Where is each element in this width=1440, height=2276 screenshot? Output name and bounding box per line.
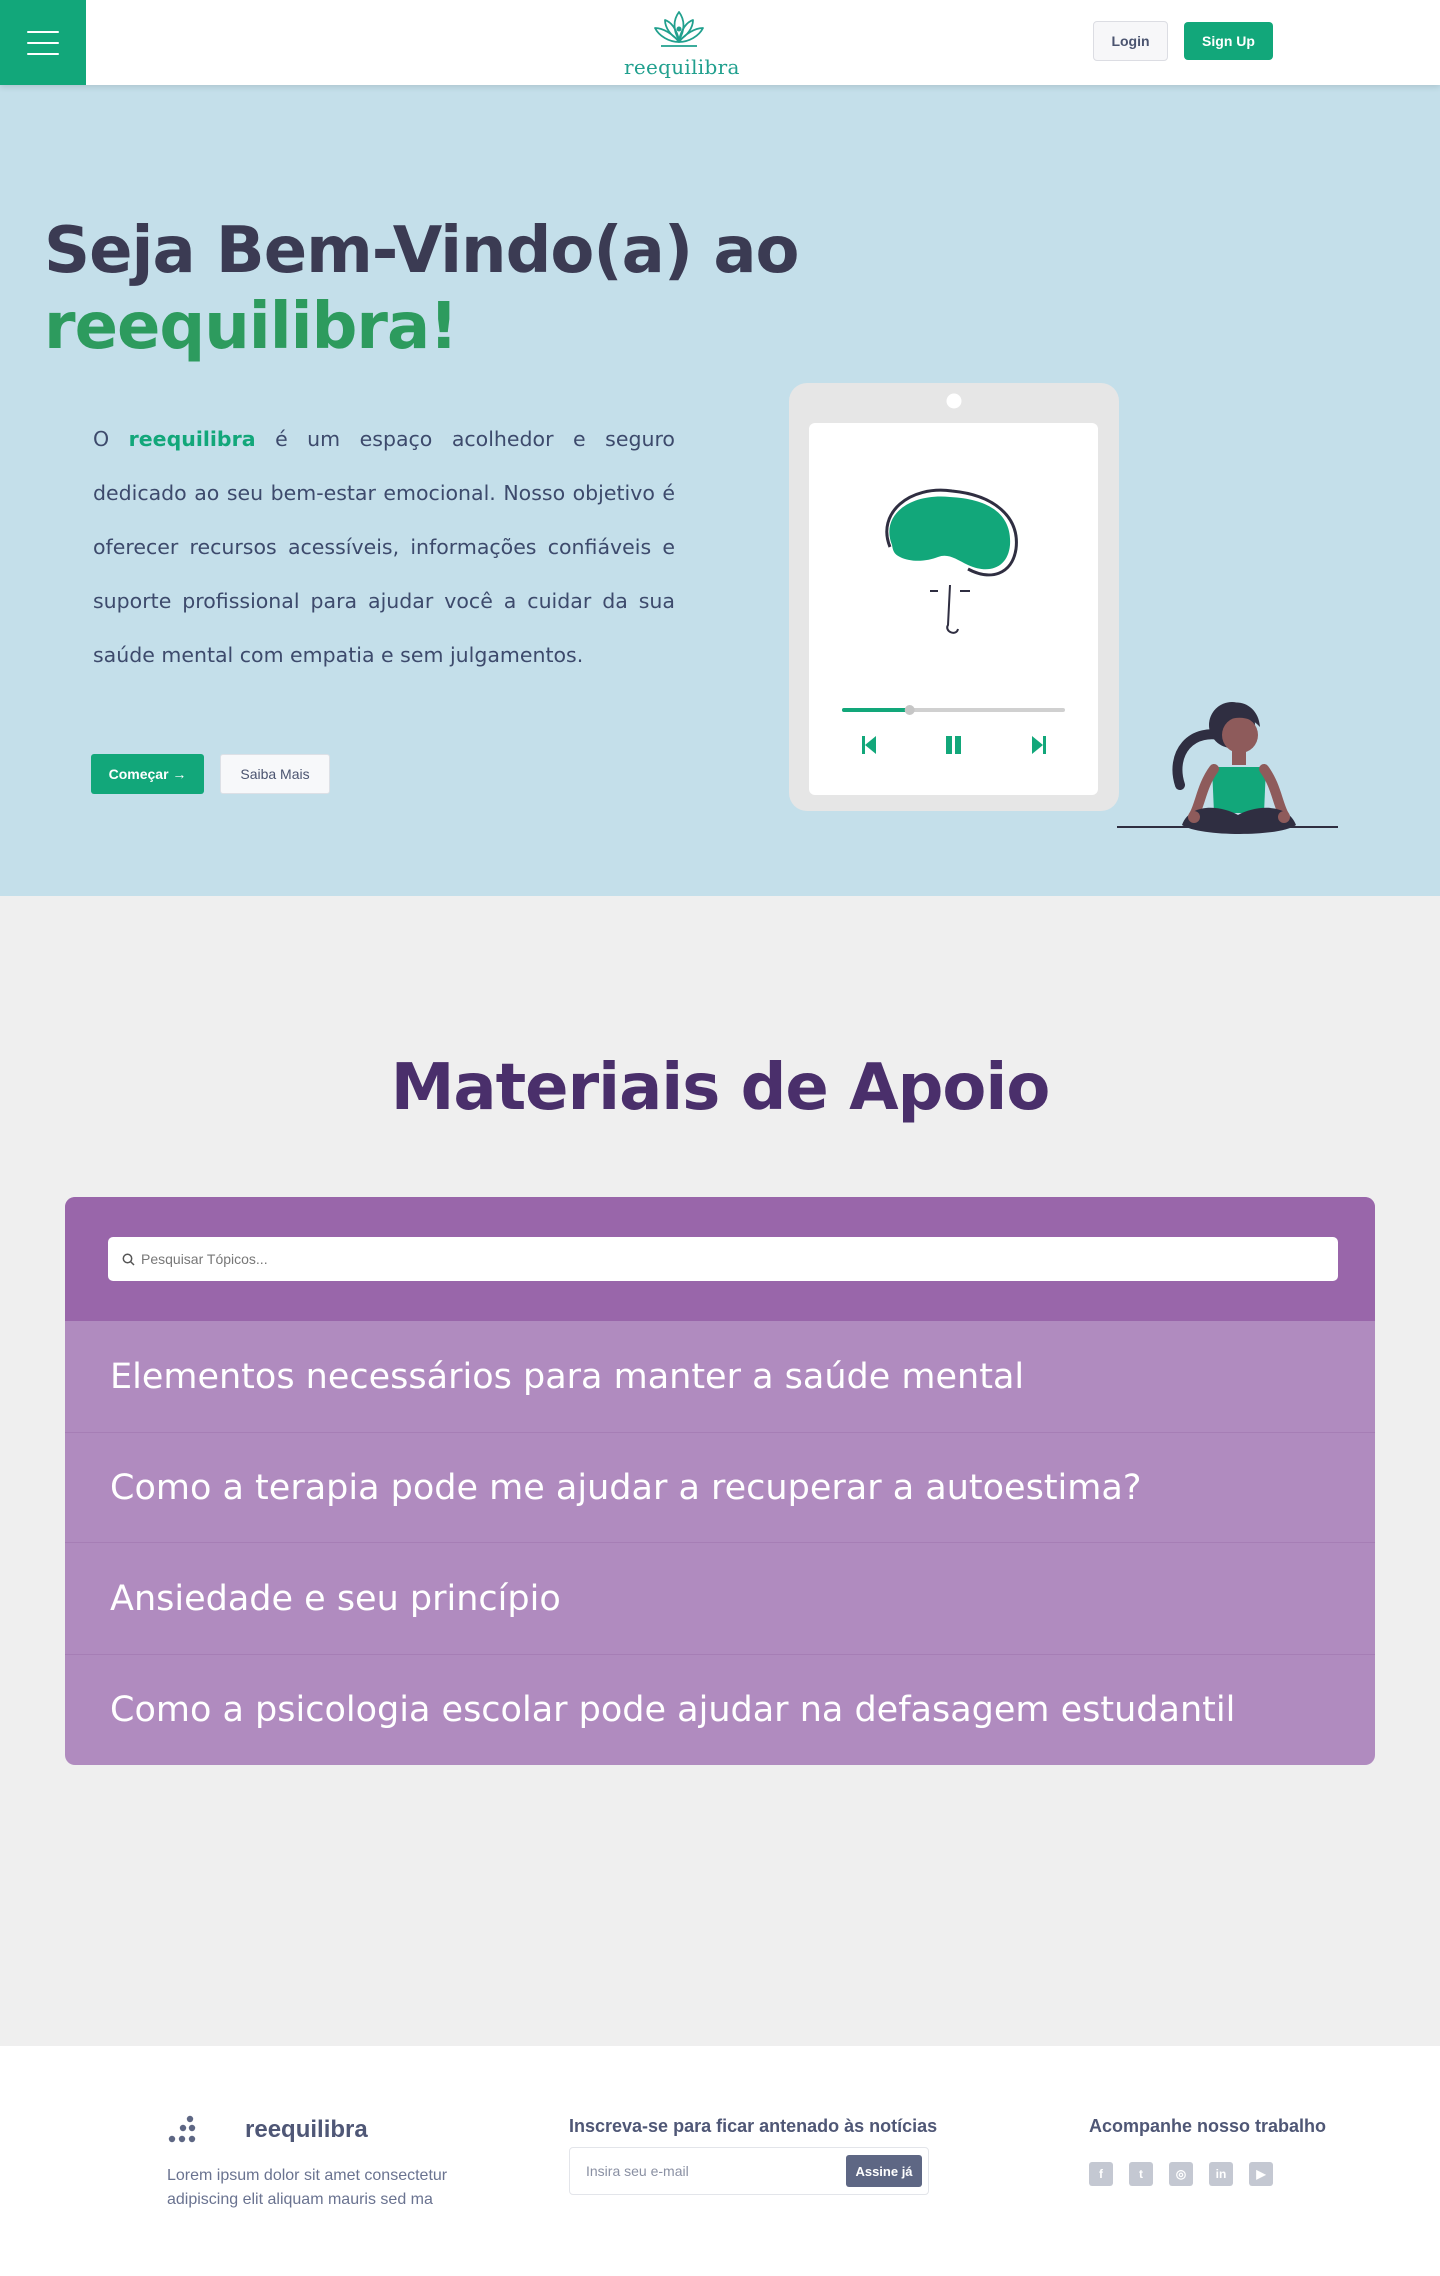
site-logo[interactable]: reequilibra — [624, 8, 740, 79]
footer-brand: reequilibra — [245, 2116, 368, 2143]
newsletter-title: Inscreva-se para ficar antenado às notíc… — [569, 2116, 938, 2136]
linkedin-icon[interactable]: in — [1209, 2162, 1233, 2186]
footer-description: Lorem ipsum dolor sit amet consectetur a… — [167, 2167, 448, 2208]
search-field-wrapper[interactable] — [108, 1237, 1338, 1281]
dots-logo-icon — [168, 2115, 196, 2143]
newsletter-form: Assine já — [569, 2147, 929, 2195]
topic-item[interactable]: Ansiedade e seu princípio — [65, 1543, 1375, 1655]
materials-section-title: Materiais de Apoio — [390, 1051, 1051, 1125]
logo-wordmark: reequilibra — [624, 55, 740, 79]
meditating-woman — [1172, 702, 1296, 834]
tablet-screen — [809, 423, 1098, 795]
hero-title-brand: reequilibra! — [44, 290, 458, 364]
menu-line — [27, 52, 59, 55]
tablet-camera — [946, 393, 962, 409]
social-links: f t ◎ in ▶ — [1089, 2162, 1273, 2186]
materials-search-area — [65, 1197, 1375, 1321]
player-progress-knob[interactable] — [904, 705, 915, 715]
top-navbar: reequilibra Login Sign Up — [0, 0, 1440, 85]
login-button[interactable]: Login — [1093, 21, 1168, 61]
topics-search-input[interactable] — [141, 1239, 1338, 1279]
hero-title-line1: Seja Bem-Vindo(a) ao — [44, 214, 799, 288]
signup-button[interactable]: Sign Up — [1184, 22, 1273, 60]
lotus-icon — [654, 11, 704, 47]
intro-brand: reequilibra — [128, 427, 256, 451]
menu-line — [27, 41, 59, 44]
newsletter-email-input[interactable] — [586, 2163, 846, 2179]
youtube-icon[interactable]: ▶ — [1249, 2162, 1273, 2186]
materials-panel: Elementos necessários para manter a saúd… — [65, 1197, 1375, 1765]
instagram-icon[interactable]: ◎ — [1169, 2162, 1193, 2186]
hamburger-menu-button[interactable] — [0, 0, 86, 85]
intro-text: é um espaço acolhedor e seguro dedicado … — [93, 427, 675, 667]
follow-title: Acompanhe nosso trabalho — [1089, 2116, 1327, 2136]
newsletter-submit-button[interactable]: Assine já — [846, 2155, 922, 2187]
meditation-illustration — [789, 383, 1338, 834]
site-footer: reequilibra Lorem ipsum dolor sit amet c… — [0, 2046, 1440, 2276]
hero-intro-paragraph: O reequilibra é um espaço acolhedor e se… — [93, 412, 675, 682]
facebook-icon[interactable]: f — [1089, 2162, 1113, 2186]
hero-title: Seja Bem-Vindo(a) ao reequilibra! — [44, 213, 804, 365]
intro-prefix: O — [93, 427, 110, 451]
start-button[interactable]: Começar → — [91, 754, 204, 794]
twitter-icon[interactable]: t — [1129, 2162, 1153, 2186]
topic-item[interactable]: Como a terapia pode me ajudar a recupera… — [65, 1433, 1375, 1543]
search-icon — [122, 1253, 135, 1266]
menu-line — [27, 30, 59, 33]
topic-item[interactable]: Como a psicologia escolar pode ajudar na… — [65, 1655, 1375, 1765]
learn-more-button[interactable]: Saiba Mais — [220, 754, 330, 794]
topic-item[interactable]: Elementos necessários para manter a saúd… — [65, 1321, 1375, 1433]
hero-section: Seja Bem-Vindo(a) ao reequilibra! O reeq… — [0, 85, 1440, 896]
